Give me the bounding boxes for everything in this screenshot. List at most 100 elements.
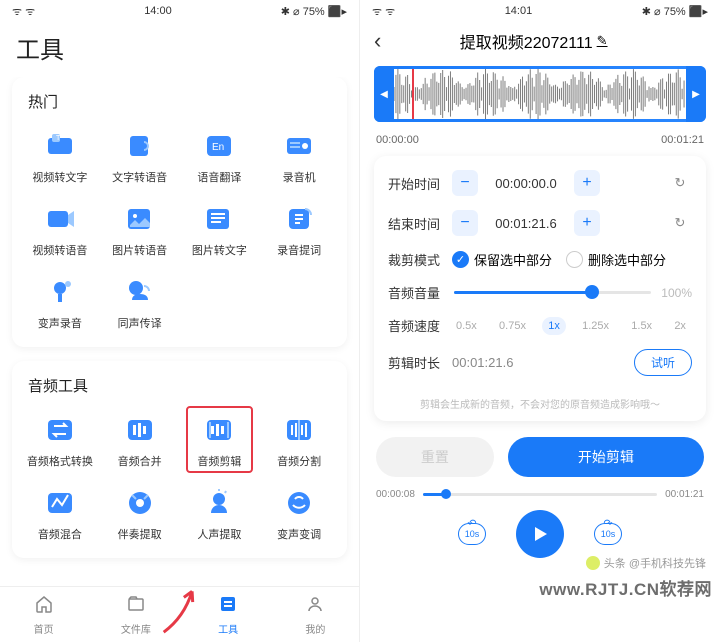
header-title: 提取视频22072111 ✎ <box>460 29 608 53</box>
tool-label: 录音机 <box>283 169 316 185</box>
end-time-value: 00:01:21.6 <box>486 216 566 231</box>
status-bar: ᯤ ᯤ 14:00 ✱ ⌀ 75% ⬛▸ <box>0 0 359 22</box>
section-card: 音频工具音频格式转换音频合并音频剪辑音频分割音频混合伴奏提取人声提取变声变调 <box>12 361 347 558</box>
vocals-icon <box>201 485 237 521</box>
voice-change-record-icon <box>42 274 78 310</box>
end-time-reset-icon[interactable]: ↻ <box>668 211 692 235</box>
svg-text:En: En <box>212 142 224 153</box>
tool-video-to-audio[interactable]: 视频转语音 <box>20 195 100 264</box>
tool-recorder[interactable]: 录音机 <box>259 122 339 191</box>
tool-label: 音频分割 <box>277 453 321 469</box>
tool-image-to-audio[interactable]: 图片转语音 <box>100 195 180 264</box>
tool-prompter[interactable]: 录音提词 <box>259 195 339 264</box>
nav-files[interactable]: 文件库 <box>121 594 151 636</box>
tool-vocals[interactable]: 人声提取 <box>180 479 260 548</box>
tool-video-to-text[interactable]: T视频转文字 <box>20 122 100 191</box>
nav-tools[interactable]: 工具 <box>218 594 238 636</box>
tool-voice-translate[interactable]: En语音翻译 <box>180 122 260 191</box>
tool-audio-mix[interactable]: 音频混合 <box>20 479 100 548</box>
tool-audio-split[interactable]: 音频分割 <box>259 406 339 475</box>
trim-mode-label: 裁剪模式 <box>388 250 444 269</box>
interpret-icon <box>122 274 158 310</box>
tool-audio-merge[interactable]: 音频合并 <box>100 406 180 475</box>
speed-option[interactable]: 0.5x <box>450 317 483 335</box>
start-time-plus[interactable]: + <box>574 170 600 196</box>
audio-trim-screen: ᯤ ᯤ 14:01 ✱ ⌀ 75% ⬛▸ ‹ 提取视频22072111 ✎ ◀ … <box>360 0 720 642</box>
start-trim-button[interactable]: 开始剪辑 <box>508 437 704 477</box>
audio-mix-icon <box>42 485 78 521</box>
preview-button[interactable]: 试听 <box>634 349 692 376</box>
wifi-icon: ᯤ ᯤ <box>12 4 35 19</box>
back-button[interactable]: ‹ <box>374 28 381 54</box>
playhead[interactable] <box>412 69 414 119</box>
volume-slider[interactable] <box>454 291 651 294</box>
tool-label: 视频转语音 <box>32 242 87 258</box>
tool-interpret[interactable]: 同声传译 <box>100 268 180 337</box>
start-time-reset-icon[interactable]: ↻ <box>668 171 692 195</box>
tool-audio-trim[interactable]: 音频剪辑 <box>180 406 260 475</box>
tool-image-to-text[interactable]: 图片转文字 <box>180 195 260 264</box>
speed-option[interactable]: 2x <box>668 317 692 335</box>
tool-label: 文字转语音 <box>112 169 167 185</box>
forward-10s-button[interactable]: 10s↷ <box>594 523 622 545</box>
play-button[interactable] <box>516 510 564 558</box>
start-time-minus[interactable]: − <box>452 170 478 196</box>
svg-text:T: T <box>56 135 61 142</box>
audio-merge-icon <box>122 412 158 448</box>
progress-total: 00:01:21 <box>665 489 704 500</box>
trim-handle-left[interactable]: ◀ <box>374 66 394 122</box>
tool-accompaniment[interactable]: 伴奏提取 <box>100 479 180 548</box>
profile-icon <box>305 594 325 619</box>
tool-pitch-shift[interactable]: 变声变调 <box>259 479 339 548</box>
duration-value: 00:01:21.6 <box>452 355 513 370</box>
waveform[interactable]: ◀ ▶ <box>374 66 706 122</box>
annotation-arrow <box>144 577 215 639</box>
end-time-minus[interactable]: − <box>452 210 478 236</box>
edit-title-icon[interactable]: ✎ <box>597 33 608 49</box>
speed-label: 音频速度 <box>388 316 444 335</box>
attribution: 头条 @手机科技先锋 <box>582 554 710 572</box>
progress-slider[interactable] <box>423 493 657 496</box>
tool-voice-change-record[interactable]: 变声录音 <box>20 268 100 337</box>
audio-convert-icon <box>42 412 78 448</box>
end-time-label: 结束时间 <box>388 214 444 233</box>
start-time-value: 00:00:00.0 <box>486 176 566 191</box>
tool-label: 变声录音 <box>38 315 82 331</box>
radio-delete[interactable]: 删除选中部分 <box>566 250 666 269</box>
status-right: ✱ ⌀ 75% ⬛▸ <box>281 5 347 18</box>
tool-label: 变声变调 <box>277 526 321 542</box>
progress-current: 00:00:08 <box>376 489 415 500</box>
tool-label: 同声传译 <box>118 315 162 331</box>
recorder-icon <box>281 128 317 164</box>
end-time-plus[interactable]: + <box>574 210 600 236</box>
status-time: 14:00 <box>144 5 172 17</box>
speed-option[interactable]: 1x <box>542 317 566 335</box>
video-to-audio-icon <box>42 201 78 237</box>
section-title: 音频工具 <box>20 375 339 406</box>
speed-option[interactable]: 1.5x <box>625 317 658 335</box>
nav-label: 文件库 <box>121 621 151 636</box>
section-title: 热门 <box>20 91 339 122</box>
tool-audio-convert[interactable]: 音频格式转换 <box>20 406 100 475</box>
status-right: ✱ ⌀ 75% ⬛▸ <box>642 5 708 18</box>
bottom-nav: 首页文件库 工具我的 <box>0 586 359 642</box>
pitch-shift-icon <box>281 485 317 521</box>
radio-keep[interactable]: ✓保留选中部分 <box>452 250 552 269</box>
reset-button[interactable]: 重置 <box>376 437 494 477</box>
status-time: 14:01 <box>505 5 533 17</box>
wifi-icon: ᯤ ᯤ <box>372 4 395 19</box>
voice-translate-icon: En <box>201 128 237 164</box>
rewind-10s-button[interactable]: 10s↶ <box>458 523 486 545</box>
home-icon <box>34 594 54 619</box>
nav-home[interactable]: 首页 <box>34 594 54 636</box>
duration-label: 剪辑时长 <box>388 353 444 372</box>
nav-label: 我的 <box>305 621 325 636</box>
options-card: 开始时间 − 00:00:00.0 + ↻ 结束时间 − 00:01:21.6 … <box>374 156 706 421</box>
waveform-end-time: 00:01:21 <box>661 134 704 146</box>
speed-option[interactable]: 0.75x <box>493 317 532 335</box>
tool-text-to-audio[interactable]: 文字转语音 <box>100 122 180 191</box>
speed-option[interactable]: 1.25x <box>576 317 615 335</box>
text-to-audio-icon <box>122 128 158 164</box>
nav-profile[interactable]: 我的 <box>305 594 325 636</box>
trim-handle-right[interactable]: ▶ <box>686 66 706 122</box>
